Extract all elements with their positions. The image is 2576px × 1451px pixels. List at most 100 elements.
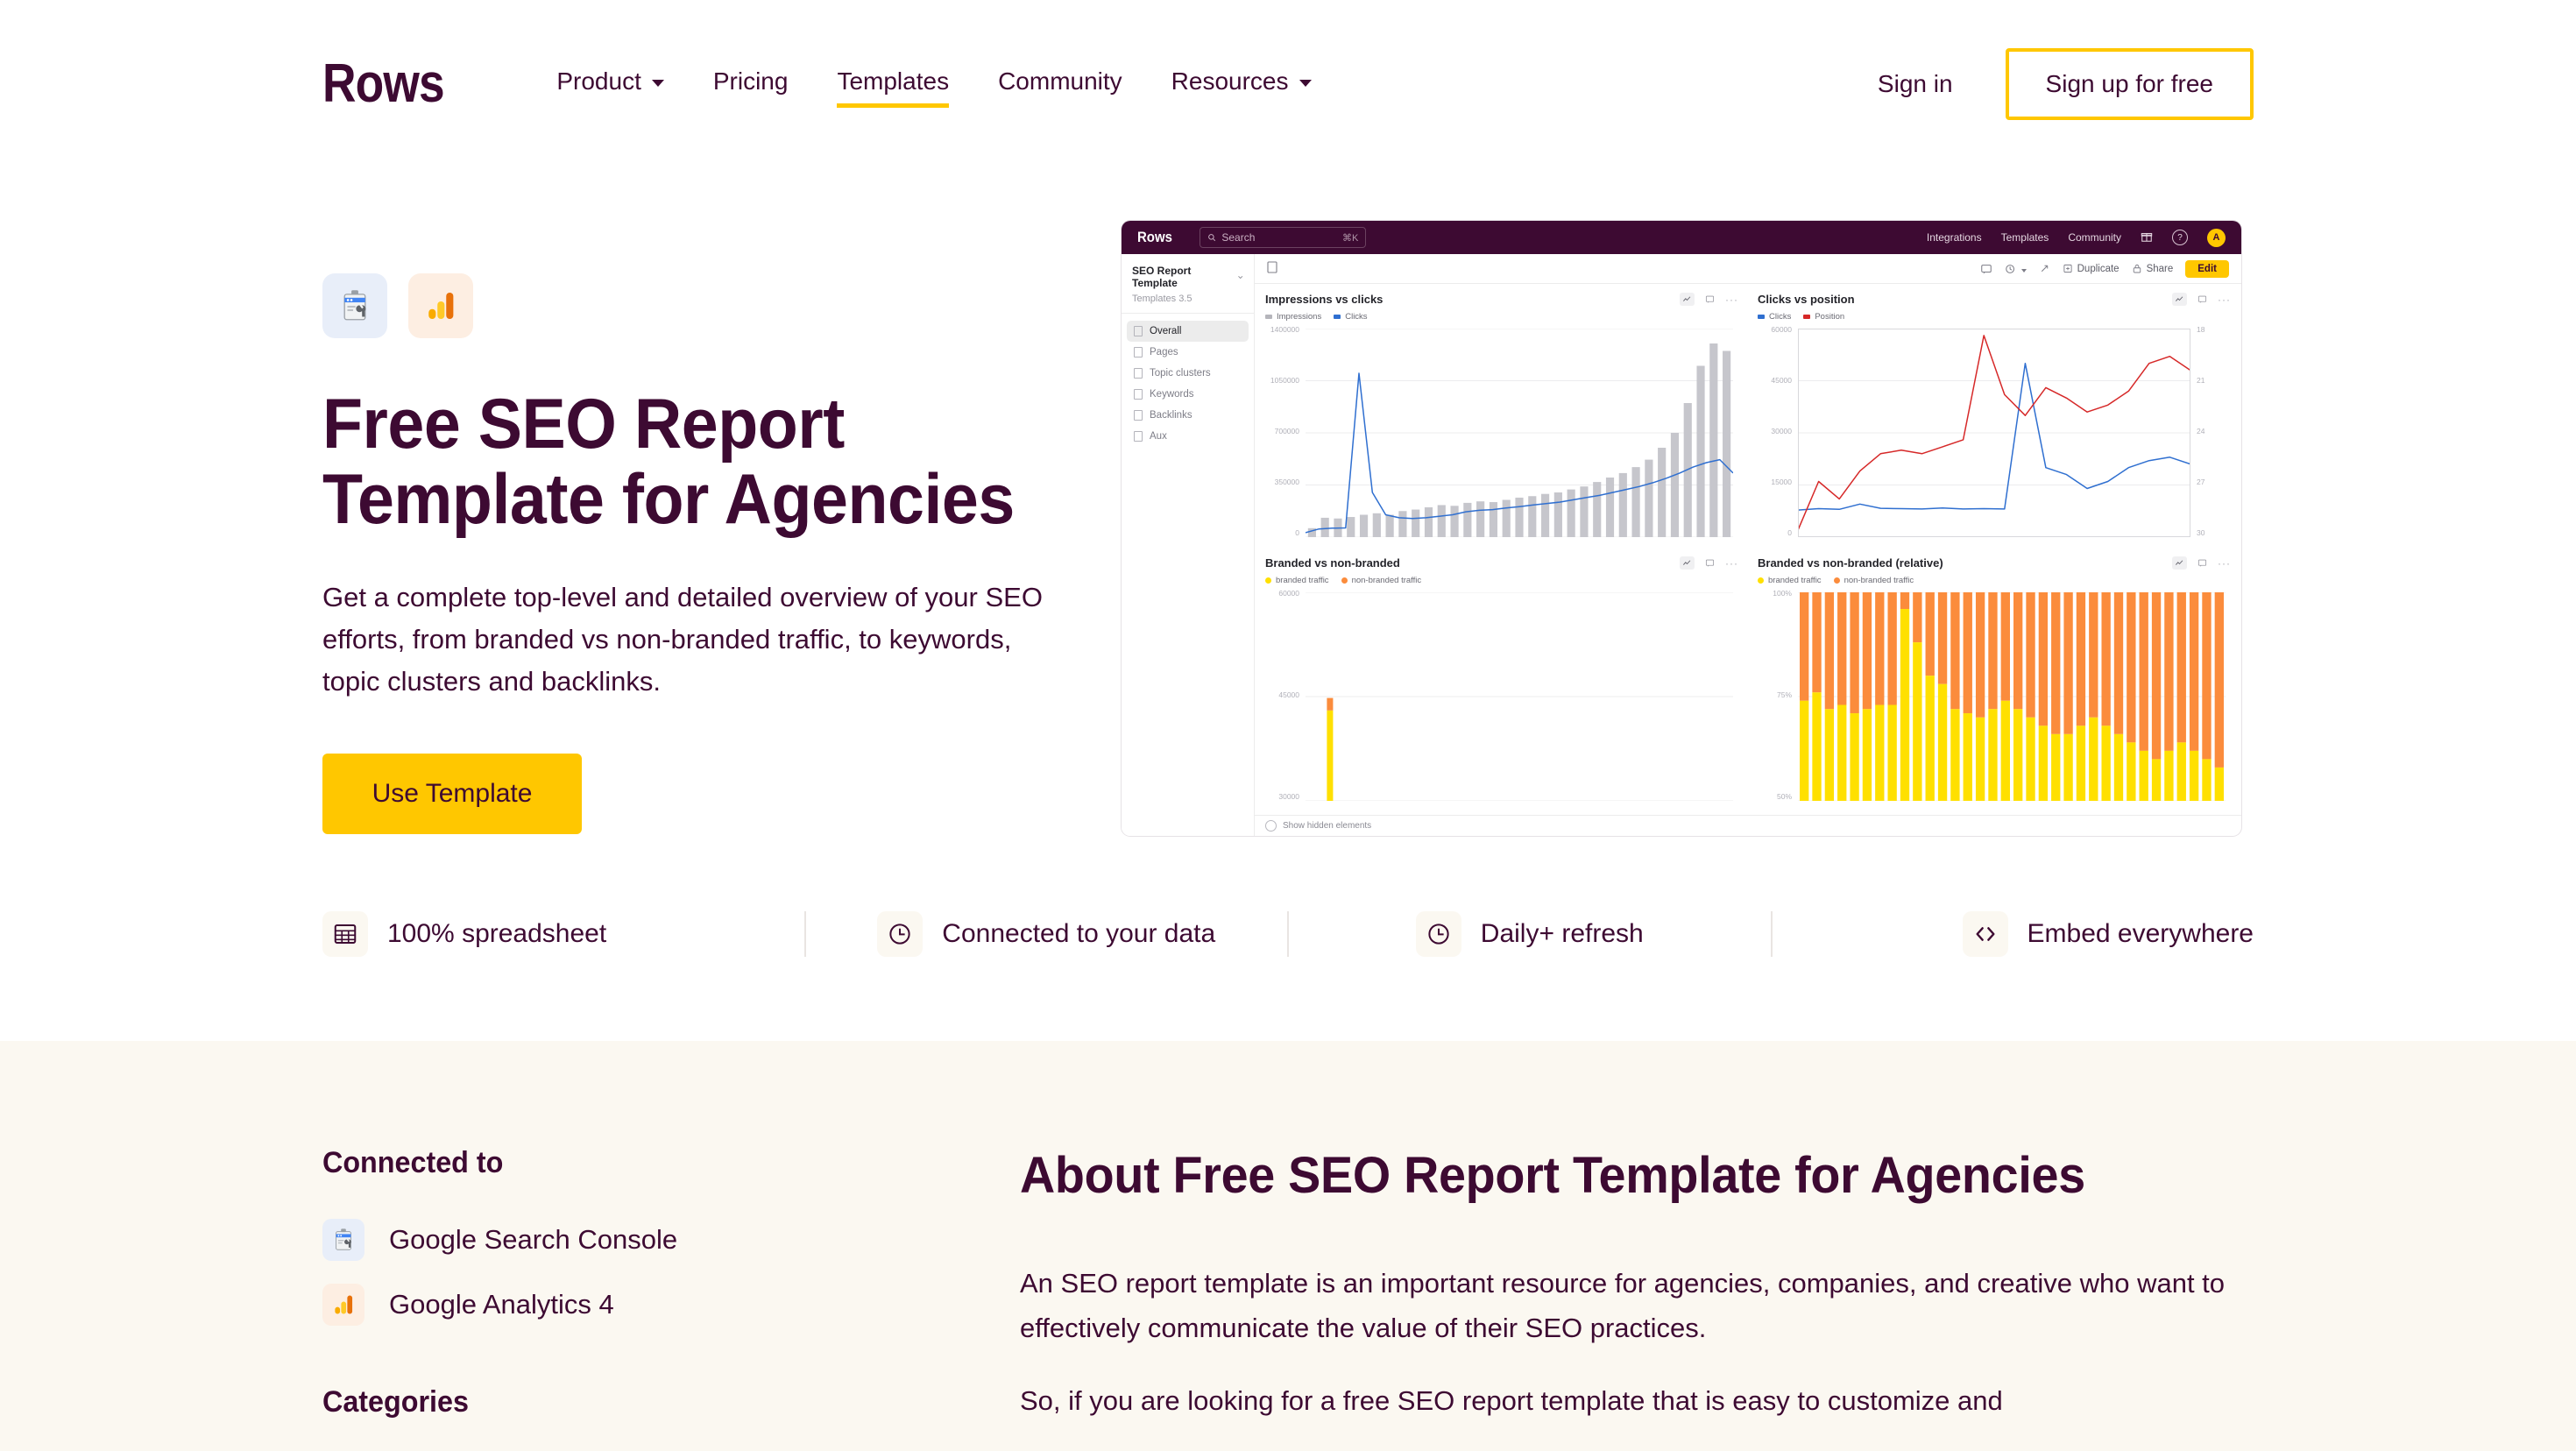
nav-item-community[interactable]: Community [998,60,1122,108]
about-paragraph: So, if you are looking for a free SEO re… [1020,1385,2003,1417]
mockup-sidebar-item-label: Backlinks [1150,410,1192,421]
connection-label: Google Analytics 4 [389,1289,614,1320]
chart-view-icon[interactable] [1680,293,1695,306]
connection-item[interactable]: Google Analytics 4 [322,1284,988,1326]
legend-swatch [1265,577,1271,584]
use-template-button[interactable]: Use Template [322,753,582,834]
mockup-doc-subtitle: Templates 3.5 [1132,294,1192,304]
comment-icon[interactable] [1702,293,1717,306]
mockup-page-icon[interactable] [1267,261,1277,276]
mockup-sidebar-item-backlinks[interactable]: Backlinks [1127,405,1249,426]
expand-icon[interactable] [2039,263,2050,274]
mockup-nav-community[interactable]: Community [2068,231,2121,244]
about-title: About Free SEO Report Template for Agenc… [1020,1147,2085,1204]
sign-up-button[interactable]: Sign up for free [2005,48,2254,120]
mockup-rows-logo: Rows [1137,229,1172,245]
x-axis-labels [1306,537,1733,551]
legend-label: Clicks [1769,312,1792,322]
main-navigation: Product Pricing Templates Community Resource… [556,60,1312,108]
y-axis-tick: 45000 [1278,690,1299,699]
legend-label: branded traffic [1768,576,1822,585]
share-label: Share [2146,263,2174,274]
refresh-schedule-icon[interactable] [2005,263,2027,275]
legend-swatch [1265,315,1272,319]
google-search-console-icon [322,1219,364,1261]
mockup-sidebar-item-topic-clusters[interactable]: Topic clusters [1127,363,1249,384]
mockup-footer[interactable]: Show hidden elements [1255,815,2241,836]
more-options-icon[interactable]: ··· [2218,558,2231,569]
y-axis-tick: 30000 [1278,792,1299,801]
nav-item-label: Community [998,67,1122,95]
connections-column: Connected to Google Search Console Googl… [322,1146,988,1451]
connection-label: Google Search Console [389,1224,678,1255]
chart-plot: 60000 45000 30000 15000 0 18 21 24 27 30 [1758,325,2231,551]
hero-section: Free SEO Report Template for Agencies Ge… [0,168,2576,836]
mockup-sidebar-item-keywords[interactable]: Keywords [1127,384,1249,405]
chevron-down-icon [1237,275,1242,280]
chart-plot: 1400000 1050000 700000 350000 0 [1265,325,1738,551]
help-icon[interactable]: ? [2172,230,2188,245]
nav-item-product[interactable]: Product [556,60,664,108]
chart-view-icon[interactable] [1680,556,1695,570]
comment-icon[interactable] [2195,293,2210,306]
legend-swatch [1341,577,1348,584]
mockup-sidebar-list: Overall Pages Topic clusters Keywords Backli… [1122,314,1254,454]
nav-item-resources[interactable]: Resources [1171,60,1312,108]
nav-item-label: Resources [1171,67,1289,95]
chart-header: Impressions vs clicks ··· [1265,293,1738,306]
edit-button[interactable]: Edit [2185,259,2229,278]
categories-heading: Categories [322,1385,469,1419]
share-button[interactable]: Share [2132,263,2174,274]
feature-item-daily-refresh: Daily+ refresh [1287,911,1771,957]
chart-plot: 60000 45000 30000 [1265,589,1738,815]
avatar[interactable]: A [2207,228,2226,247]
feature-strip: 100% spreadsheet Connected to your data Da… [0,836,2576,1041]
mockup-nav-templates[interactable]: Templates [2001,231,2049,244]
mockup-search-input[interactable]: Search ⌘K [1200,227,1367,248]
chart-card: Branded vs non-branded (relative) ··· bran… [1758,556,2231,815]
chart-view-icon[interactable] [2172,556,2187,570]
mockup-doc-title[interactable]: SEO Report Template [1132,265,1243,289]
y-axis-tick: 50% [1776,792,1792,801]
mockup-nav-integrations[interactable]: Integrations [1927,231,1982,244]
duplicate-button[interactable]: Duplicate [2063,263,2120,274]
page-title: Free SEO Report Template for Agencies [322,385,1015,539]
mockup-sidebar-item-overall[interactable]: Overall [1127,321,1249,342]
gift-icon[interactable] [2141,230,2153,245]
feature-inner: Embed everywhere [1962,911,2254,957]
chart-legend: branded traffic non-branded traffic [1265,576,1738,585]
y-axis-tick: 100% [1773,589,1792,598]
comment-icon[interactable] [1980,263,1992,275]
legend-swatch [1833,577,1840,584]
chart-plot: 100% 75% 50% [1758,589,2231,815]
feature-inner: Daily+ refresh [1415,911,1644,957]
chart-header: Branded vs non-branded ··· [1265,556,1738,570]
mockup-search-placeholder: Search [1221,231,1256,244]
more-options-icon[interactable]: ··· [1725,558,1738,569]
more-options-icon[interactable]: ··· [2218,294,2231,305]
legend-entry: Clicks [1334,312,1368,322]
code-brackets-icon [1962,911,2008,957]
mockup-sidebar-item-pages[interactable]: Pages [1127,342,1249,363]
y-axis-tick: 15000 [1771,478,1792,486]
connection-item[interactable]: Google Search Console [322,1219,988,1261]
chart-header: Branded vs non-branded (relative) ··· [1758,556,2231,570]
mockup-sidebar-item-aux[interactable]: Aux [1127,426,1249,447]
eye-icon [1265,820,1277,832]
nav-item-templates[interactable]: Templates [837,60,949,108]
sign-in-link[interactable]: Sign in [1857,61,1974,107]
mockup-sidebar-item-label: Keywords [1150,389,1194,400]
comment-icon[interactable] [1702,556,1717,570]
chart-view-icon[interactable] [2172,293,2187,306]
chart-actions: ··· [1680,293,1738,306]
nav-item-pricing[interactable]: Pricing [713,60,789,108]
legend-entry: non-branded traffic [1341,576,1421,585]
mockup-chart-grid: Impressions vs clicks ··· Impressions Click… [1255,284,2241,815]
legend-entry: non-branded traffic [1833,576,1914,585]
rows-logo[interactable]: Rows [322,57,445,111]
more-options-icon[interactable]: ··· [1725,294,1738,305]
comment-icon[interactable] [2195,556,2210,570]
y2-axis-tick: 24 [2197,427,2205,435]
y2-axis-tick: 27 [2197,478,2205,486]
legend-swatch [1803,315,1811,319]
